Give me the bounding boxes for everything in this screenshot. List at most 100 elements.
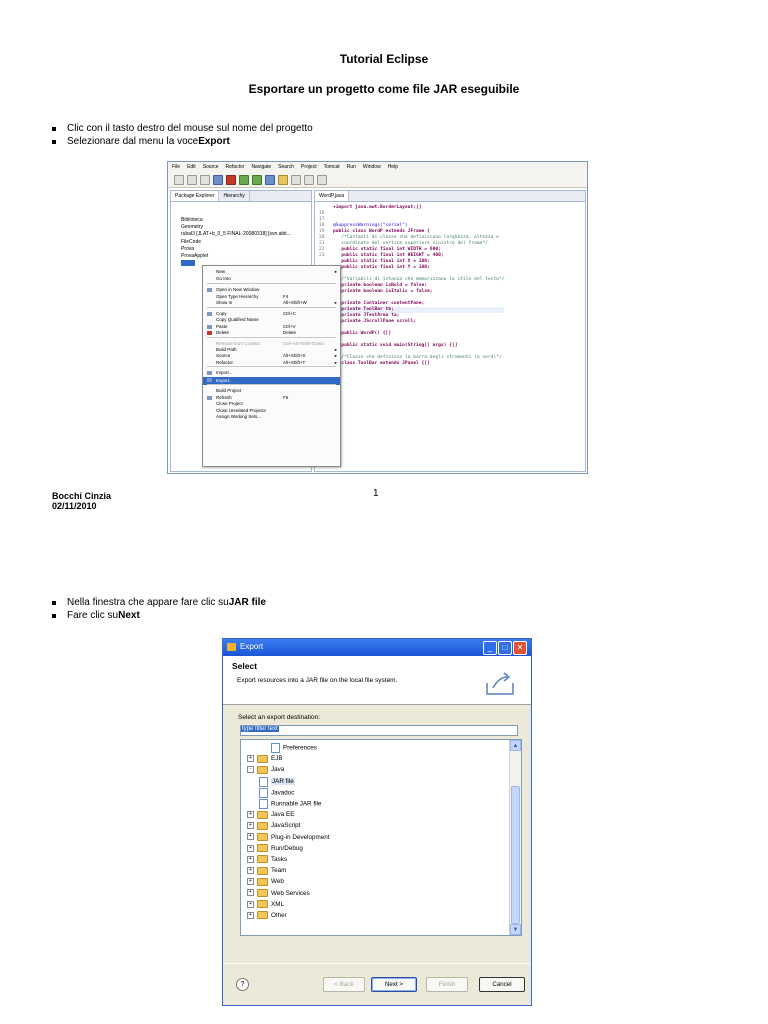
instruction-step: Clic con il tasto destro del mouse sul n… [52,122,313,135]
paste-icon [207,325,212,329]
search-icon[interactable] [291,174,301,185]
menu-separator [207,384,336,385]
expand-icon[interactable]: + [247,855,254,863]
open-folder-icon[interactable] [278,174,288,185]
forward-arrow-icon[interactable] [317,174,327,185]
next-button[interactable]: Next > [371,977,417,992]
tree-item[interactable]: Geometry [181,224,291,231]
tree-item[interactable]: - Java [247,765,284,775]
tree-item[interactable]: + Run/Debug [247,844,303,854]
tab-package-explorer[interactable]: Package Explorer [171,191,220,201]
menu-item[interactable]: Search [278,164,294,170]
expand-icon[interactable]: + [247,911,254,919]
tree-item[interactable]: Javadoc [259,787,294,798]
selected-project[interactable] [181,260,195,267]
tree-item[interactable]: rubal3 [JLAT+b_0_5 FINAL-20080318] [svn.… [181,231,291,238]
menu-item[interactable]: Help [388,164,398,170]
minimize-icon[interactable]: _ [483,641,497,655]
eclipse-toolbar [168,172,587,188]
menu-item[interactable]: Navigate [251,164,271,170]
scroll-down-icon[interactable]: ▼ [510,924,521,935]
collapse-icon[interactable]: - [247,766,254,774]
folder-icon [257,888,268,897]
expand-icon[interactable]: + [247,878,254,886]
tree-item[interactable]: Biblioteca [181,217,291,224]
save-icon[interactable] [187,174,197,185]
tree-item[interactable]: + Web Services [247,888,310,899]
close-icon[interactable]: ✕ [513,641,527,655]
menu-item[interactable]: Source [203,164,219,170]
tree-item[interactable]: Preferences [271,743,317,753]
context-menu-item[interactable]: Build Project [203,388,340,394]
open-type-icon[interactable] [213,174,223,185]
scroll-up-icon[interactable]: ▲ [510,740,521,751]
filter-input[interactable]: type filter text [240,725,518,736]
refresh-icon [207,396,212,400]
folder-icon [257,754,268,763]
tree-item[interactable]: ProvaApplet [181,253,291,260]
finish-button[interactable]: Finish [426,977,468,992]
cancel-button[interactable]: Cancel [479,977,525,992]
tree-item[interactable]: + Other [247,911,287,921]
context-menu-item[interactable]: Open in New Window [203,287,340,293]
menu-item[interactable]: Project [301,164,317,170]
run-last-icon[interactable] [252,174,262,185]
tree-item[interactable]: + Tasks [247,855,287,865]
context-menu-item[interactable]: Source Alt+Shift+S ▸ [203,353,340,359]
context-menu-item[interactable]: Assign Working Sets... [203,414,340,420]
menu-item[interactable]: Refactor [226,164,245,170]
menu-item[interactable]: Edit [187,164,196,170]
tree-item[interactable]: Runnable JAR file [259,799,321,809]
tree-item[interactable]: JAR file [259,776,295,787]
menu-item[interactable]: Tomcat [324,164,340,170]
menu-item[interactable]: Run [347,164,356,170]
context-menu-item[interactable]: Import... [203,370,340,376]
tree-item[interactable]: + Team [247,866,286,876]
expand-icon[interactable]: + [247,755,254,763]
context-menu-item[interactable]: Show In Alt+Shift+W ▸ [203,300,340,306]
new-icon[interactable] [174,174,184,185]
expand-icon[interactable]: + [247,844,254,852]
tab-hierarchy[interactable]: Hierarchy [219,191,250,201]
back-button[interactable]: < Back [323,977,365,992]
context-menu-item[interactable]: Copy Qualified Name [203,317,340,323]
context-menu-item[interactable]: New ▸ [203,269,340,275]
tree-item[interactable]: + EJB [247,754,283,764]
tree-item[interactable]: FileCode [181,239,291,246]
dialog-titlebar[interactable]: Export _ □ ✕ [223,639,531,656]
expand-icon[interactable]: + [247,811,254,819]
tree-item[interactable]: + JavaScript [247,821,300,831]
back-arrow-icon[interactable] [304,174,314,185]
context-menu-item[interactable]: Go Into [203,276,340,282]
context-menu-item[interactable]: Delete Delete [203,330,340,336]
code-content[interactable]: +import java.awt.BorderLayout;[] 16 17 18 @S… [319,205,505,367]
tree-item[interactable]: Prova [181,246,291,253]
header-title: Select [232,661,258,671]
instruction-step: Nella finestra che appare fare clic su J… [52,596,266,609]
tree-item[interactable]: + XML [247,900,284,910]
debug-icon[interactable] [226,174,236,185]
menu-item[interactable]: Window [363,164,381,170]
expand-icon[interactable]: + [247,867,254,875]
expand-icon[interactable]: + [247,900,254,908]
print-icon[interactable] [200,174,210,185]
context-menu-item[interactable]: Close Project [203,401,340,407]
scrollbar-thumb[interactable] [511,786,520,924]
new-class-icon[interactable] [265,174,275,185]
tree-item[interactable]: + Plug-in Development [247,832,329,843]
menu-separator [207,283,336,284]
help-icon[interactable]: ? [236,978,249,991]
tab-wordp-java[interactable]: WordP.java [315,191,350,201]
menu-item[interactable]: File [172,164,180,170]
expand-icon[interactable]: + [247,822,254,830]
instructions-list-1: Clic con il tasto destro del mouse sul n… [52,122,313,148]
tree-scrollbar[interactable]: ▲ ▼ [509,740,521,935]
folder-icon [257,844,268,853]
export-destination-tree[interactable]: Preferences + EJB - Java JAR file Javadoc Runna… [240,739,522,936]
tree-item[interactable]: + Web [247,877,284,887]
tree-item[interactable]: + Java EE [247,810,294,820]
expand-icon[interactable]: + [247,889,254,897]
maximize-icon[interactable]: □ [498,641,512,655]
run-icon[interactable] [239,174,249,185]
expand-icon[interactable]: + [247,833,254,841]
